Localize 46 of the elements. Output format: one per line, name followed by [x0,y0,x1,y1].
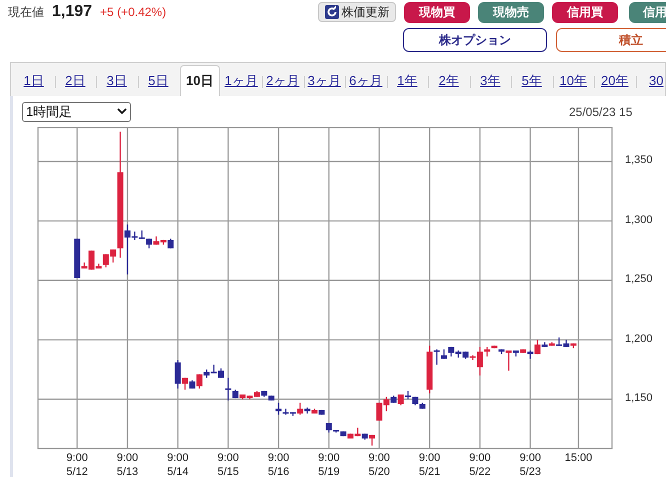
axis-label: 1,300 [625,214,653,226]
period-tab[interactable]: 30 [648,65,664,96]
axis-label: 1,150 [625,393,653,404]
period-tab[interactable]: 2年 [438,65,460,96]
period-tab[interactable]: 10日 [180,65,220,96]
axis-label: 9:00 5/20 [368,451,391,477]
buy-button[interactable]: 現物買 [404,2,470,22]
refresh-icon [324,5,338,19]
chevron-down-icon [117,108,127,115]
price-change: +5 (+0.42%) [100,4,166,21]
accumulate-button[interactable]: 積立 [556,28,666,52]
sell-button[interactable]: 信用 [629,2,666,22]
option-button[interactable]: 株オプション [403,28,547,52]
price-label: 現在値 [8,4,44,21]
chart-timestamp: 25/05/23 15 [569,104,634,120]
period-tab[interactable]: 10年 [558,65,588,96]
buy-button[interactable]: 信用買 [552,2,618,22]
sell-button[interactable]: 現物売 [478,2,544,22]
period-tab[interactable]: 6ヶ月 [348,65,384,96]
period-tab[interactable]: 1日 [22,65,45,96]
axis-label: 9:00 5/21 [418,451,442,477]
period-tab[interactable]: 2日 [64,65,86,96]
axis-label: 9:00 5/22 [468,451,492,477]
axis-label: 1,350 [625,155,653,166]
refresh-button[interactable]: 株価更新 [318,2,396,22]
axis-label: 15:00 [564,451,594,465]
axis-label: 1,250 [625,274,653,286]
period-tab[interactable]: 5年 [520,65,543,96]
period-tab[interactable]: 3年 [479,65,502,96]
period-tab[interactable]: 20年 [600,65,630,96]
period-tab[interactable]: 2ヶ月 [265,65,300,96]
period-tab[interactable]: 1ヶ月 [224,65,259,96]
axis-label: 9:00 5/13 [116,451,140,477]
axis-label: 9:00 5/19 [317,451,341,477]
axis-label: 9:00 5/14 [166,451,190,477]
period-tab[interactable]: 3日 [106,65,128,96]
current-price: 1,197 [52,2,92,22]
axis-label: 9:00 5/15 [216,451,240,477]
period-tab[interactable]: 1年 [396,65,418,96]
axis-label: 1,200 [625,334,653,345]
axis-label: 9:00 5/12 [65,451,89,477]
axis-label: 9:00 5/16 [266,451,290,477]
period-tab[interactable]: 5日 [147,65,170,96]
axis-label: 9:00 5/23 [518,451,542,477]
period-tab[interactable]: 3ヶ月 [306,65,342,96]
interval-dropdown[interactable]: 1時間足 [22,102,131,122]
